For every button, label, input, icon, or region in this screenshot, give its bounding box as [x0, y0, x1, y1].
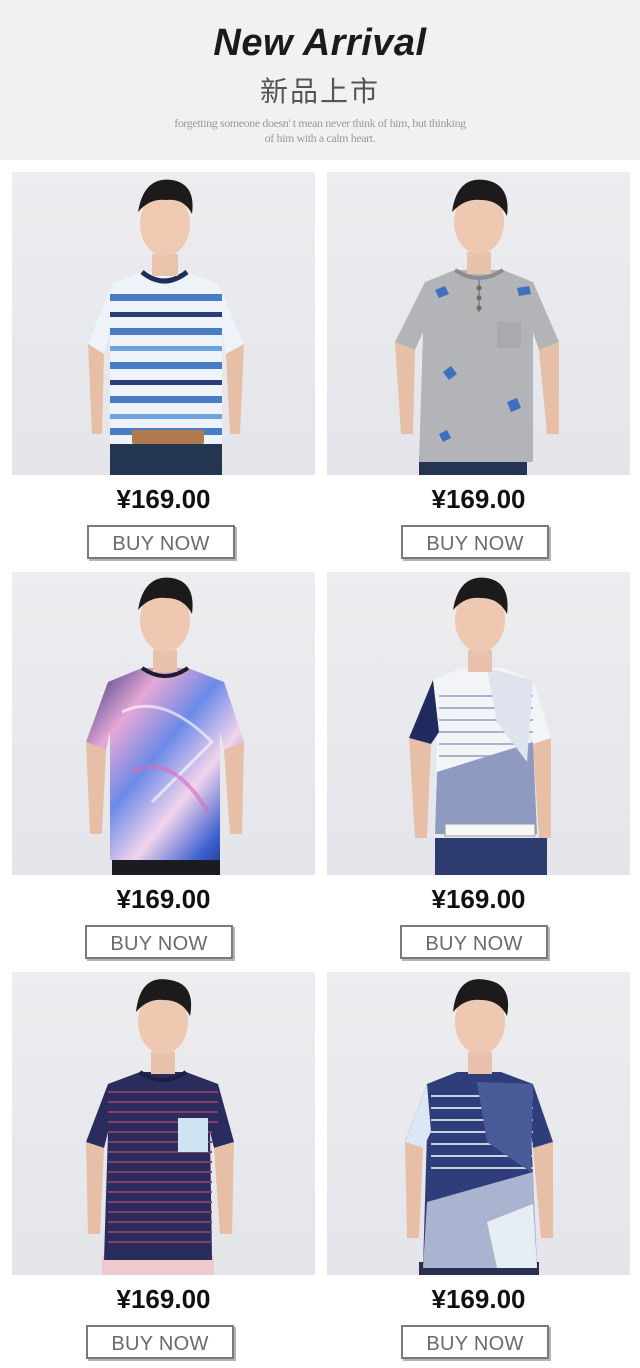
marble-print-tee-icon [86, 577, 244, 875]
patchwork-stripe-tee-icon [409, 577, 551, 875]
product-price: ¥169.00 [431, 1284, 526, 1314]
product-price: ¥169.00 [116, 884, 211, 914]
buy-now-button[interactable]: BUY NOW [85, 925, 233, 959]
blue-stripe-tee-icon [88, 179, 244, 475]
grey-henley-tee-icon [395, 179, 559, 475]
product-price: ¥169.00 [116, 1284, 211, 1314]
buy-now-button[interactable]: BUY NOW [401, 1325, 549, 1359]
product-photo[interactable] [12, 572, 315, 875]
product-photo[interactable] [327, 572, 630, 875]
product-card[interactable]: ¥169.00 BUY NOW [12, 972, 317, 1362]
product-card[interactable]: ¥169.00 BUY NOW [327, 972, 632, 1362]
product-card[interactable]: ¥169.00 BUY NOW [327, 572, 632, 962]
product-price: ¥169.00 [116, 484, 211, 514]
tagline-line-1: forgetting someone doesn' t mean never t… [174, 116, 466, 130]
product-card[interactable]: ¥169.00 BUY NOW [12, 572, 317, 962]
page-subtitle: 新品上市 [259, 75, 380, 108]
product-card[interactable]: ¥169.00 BUY NOW [12, 172, 317, 562]
header-banner: New Arrival 新品上市 forgetting someone does… [0, 0, 640, 160]
buy-now-button[interactable]: BUY NOW [400, 925, 548, 959]
tagline: forgetting someone doesn' t mean never t… [120, 116, 520, 146]
page-title: New Arrival [213, 22, 427, 64]
product-price: ¥169.00 [431, 484, 526, 514]
product-card[interactable]: ¥169.00 BUY NOW [327, 172, 632, 562]
product-photo[interactable] [327, 172, 630, 475]
tagline-line-2: of him with a calm heart. [264, 131, 376, 145]
product-photo[interactable] [12, 972, 315, 1275]
buy-now-button[interactable]: BUY NOW [86, 1325, 234, 1359]
product-price: ¥169.00 [431, 884, 526, 914]
buy-now-button[interactable]: BUY NOW [87, 525, 235, 559]
product-photo[interactable] [12, 172, 315, 475]
navy-stripe-pocket-tee-icon [86, 979, 234, 1275]
navy-patchwork-tee-icon [405, 979, 553, 1275]
buy-now-button[interactable]: BUY NOW [401, 525, 549, 559]
product-photo[interactable] [327, 972, 630, 1275]
